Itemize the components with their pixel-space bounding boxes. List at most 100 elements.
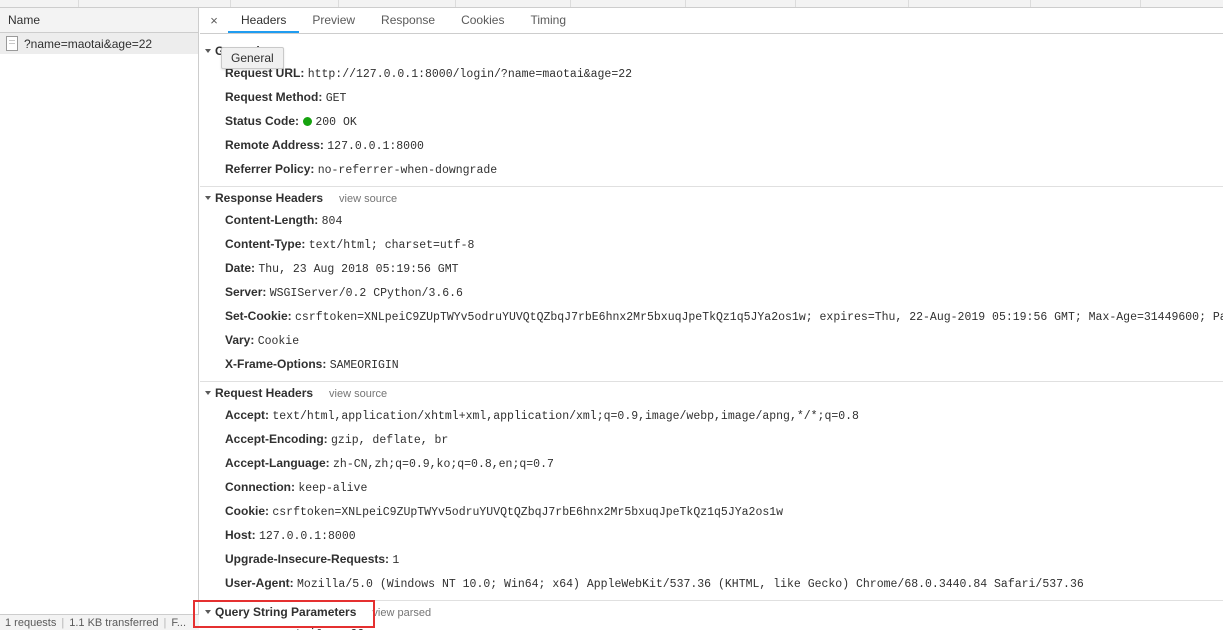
section-header-response-headers[interactable]: Response Headers view source (200, 186, 1223, 209)
header-value: csrftoken=XNLpeiC9ZUpTWYv5odruYUVQtQZbqJ… (295, 311, 1223, 324)
column-divider[interactable] (1030, 0, 1031, 7)
header-row: Accept-Language: zh-CN,zh;q=0.9,ko;q=0.8… (200, 452, 1223, 476)
header-value: text/html; charset=utf-8 (308, 239, 475, 252)
header-key: Set-Cookie: (225, 309, 292, 323)
status-finish: F... (171, 616, 187, 629)
query-string-raw-value: name=maotai&age=22 (200, 623, 1223, 630)
header-row: Accept: text/html,application/xhtml+xml,… (200, 404, 1223, 428)
header-key: Vary: (225, 333, 255, 347)
tooltip-general: General (221, 47, 284, 69)
header-value: Cookie (257, 335, 300, 348)
header-row: Status Code: 200 OK (200, 110, 1223, 134)
column-divider[interactable] (908, 0, 909, 7)
view-source-link-request[interactable]: view source (329, 388, 387, 400)
header-row: Date: Thu, 23 Aug 2018 05:19:56 GMT (200, 257, 1223, 281)
header-row: Vary: Cookie (200, 329, 1223, 353)
tab-headers[interactable]: Headers (228, 8, 300, 33)
section-title-response-headers: Response Headers (215, 191, 324, 205)
section-title-request-headers: Request Headers (215, 386, 314, 400)
column-header-name[interactable]: Name (0, 13, 40, 27)
header-row: Upgrade-Insecure-Requests: 1 (200, 548, 1223, 572)
column-divider[interactable] (455, 0, 456, 7)
detail-tab-bar: × Headers Preview Response Cookies Timin… (200, 8, 1223, 34)
network-column-header-strip (0, 0, 1223, 8)
column-divider[interactable] (685, 0, 686, 7)
header-row: Request URL: http://127.0.0.1:8000/login… (200, 62, 1223, 86)
header-value: gzip, deflate, br (331, 434, 449, 447)
request-detail-pane: × Headers Preview Response Cookies Timin… (200, 8, 1223, 630)
header-key: Host: (225, 528, 256, 542)
close-icon[interactable]: × (200, 8, 228, 33)
header-key: Server: (225, 285, 267, 299)
header-value: SAMEORIGIN (329, 359, 399, 372)
header-key: User-Agent: (225, 576, 294, 590)
header-value: no-referrer-when-downgrade (317, 164, 498, 177)
status-separator-1: | (61, 616, 65, 629)
section-rows-general: Request URL: http://127.0.0.1:8000/login… (200, 62, 1223, 182)
column-divider[interactable] (338, 0, 339, 7)
request-list-pane: Name ?name=maotai&age=22 (0, 8, 199, 614)
status-separator-2: | (163, 616, 167, 629)
header-value[interactable]: http://127.0.0.1:8000/login/?name=maotai… (308, 68, 632, 81)
network-status-bar: 1 requests | 1.1 KB transferred | F... (0, 614, 199, 630)
header-key: X-Frame-Options: (225, 357, 327, 371)
header-key: Connection: (225, 480, 295, 494)
status-transferred: 1.1 KB transferred (69, 616, 159, 629)
column-divider[interactable] (230, 0, 231, 7)
header-value: Mozilla/5.0 (Windows NT 10.0; Win64; x64… (297, 578, 1084, 591)
header-row: Server: WSGIServer/0.2 CPython/3.6.6 (200, 281, 1223, 305)
status-ok-dot-icon (303, 117, 313, 126)
header-row: Referrer Policy: no-referrer-when-downgr… (200, 158, 1223, 182)
section-header-query-string-parameters[interactable]: Query String Parameters view parsed (200, 600, 1223, 623)
header-key: Accept: (225, 408, 270, 422)
header-value: zh-CN,zh;q=0.9,ko;q=0.8,en;q=0.7 (333, 458, 554, 471)
section-header-request-headers[interactable]: Request Headers view source (200, 381, 1223, 404)
section-rows-request-headers: Accept: text/html,application/xhtml+xml,… (200, 404, 1223, 596)
header-key: Referrer Policy: (225, 162, 315, 176)
view-parsed-link[interactable]: view parsed (372, 607, 431, 619)
header-key: Remote Address: (225, 138, 324, 152)
chevron-down-icon (205, 391, 211, 395)
section-header-general[interactable]: General (200, 40, 1223, 62)
header-key: Status Code: (225, 114, 300, 128)
tab-timing[interactable]: Timing (517, 8, 579, 33)
header-row: Content-Length: 804 (200, 209, 1223, 233)
request-list-header: Name (0, 8, 198, 33)
header-row: Request Method: GET (200, 86, 1223, 110)
header-value: text/html,application/xhtml+xml,applicat… (272, 410, 859, 423)
headers-content: General Request URL: http://127.0.0.1:80… (200, 34, 1223, 630)
view-source-link-response[interactable]: view source (339, 193, 397, 205)
header-row: User-Agent: Mozilla/5.0 (Windows NT 10.0… (200, 572, 1223, 596)
column-divider[interactable] (1140, 0, 1141, 7)
header-row: Cookie: csrftoken=XNLpeiC9ZUpTWYv5odruYU… (200, 500, 1223, 524)
tab-preview[interactable]: Preview (299, 8, 368, 33)
header-key: Cookie: (225, 504, 270, 518)
header-value: csrftoken=XNLpeiC9ZUpTWYv5odruYUVQtQZbqJ… (272, 506, 784, 519)
header-value: 127.0.0.1:8000 (327, 140, 424, 153)
header-value: 127.0.0.1:8000 (259, 530, 356, 543)
header-row: Remote Address: 127.0.0.1:8000 (200, 134, 1223, 158)
column-divider[interactable] (570, 0, 571, 7)
request-list-item-label: ?name=maotai&age=22 (24, 36, 153, 51)
section-title-query-string-parameters: Query String Parameters (215, 605, 357, 619)
header-value: keep-alive (298, 482, 368, 495)
section-rows-response-headers: Content-Length: 804 Content-Type: text/h… (200, 209, 1223, 377)
column-divider[interactable] (78, 0, 79, 7)
header-value: 1 (392, 554, 400, 567)
request-list-item[interactable]: ?name=maotai&age=22 (0, 33, 198, 54)
chevron-down-icon (205, 196, 211, 200)
header-key: Upgrade-Insecure-Requests: (225, 552, 390, 566)
header-key: Date: (225, 261, 256, 275)
header-row: Accept-Encoding: gzip, deflate, br (200, 428, 1223, 452)
header-key: Accept-Language: (225, 456, 330, 470)
header-value: Thu, 23 Aug 2018 05:19:56 GMT (258, 263, 459, 276)
header-row: X-Frame-Options: SAMEORIGIN (200, 353, 1223, 377)
header-key: Content-Length: (225, 213, 319, 227)
column-divider[interactable] (795, 0, 796, 7)
status-requests-count: 1 requests (5, 616, 57, 629)
tab-cookies[interactable]: Cookies (448, 8, 517, 33)
header-key: Accept-Encoding: (225, 432, 328, 446)
header-key: Request Method: (225, 90, 323, 104)
header-value: WSGIServer/0.2 CPython/3.6.6 (269, 287, 463, 300)
tab-response[interactable]: Response (368, 8, 448, 33)
